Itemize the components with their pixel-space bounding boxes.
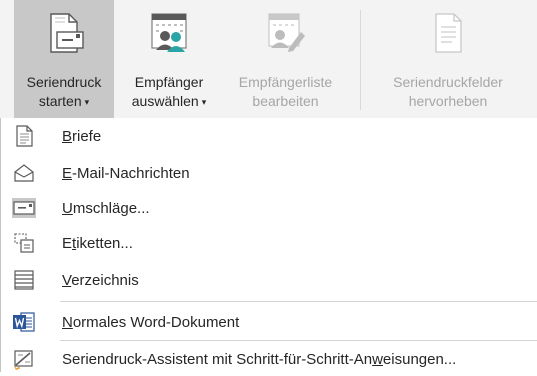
ribbon-group-separator xyxy=(360,10,361,110)
accel-key: B xyxy=(62,128,73,145)
menu-item-directory[interactable]: Verzeichnis xyxy=(0,264,537,297)
accel-key: w xyxy=(372,351,383,368)
menu-item-label: -Mail-Nachrichten xyxy=(72,165,190,182)
highlight-merge-fields-label-1: Seriendruckfelder xyxy=(393,74,503,90)
menu-item-email-messages[interactable]: E-Mail-Nachrichten xyxy=(0,157,537,190)
highlight-merge-fields-icon xyxy=(427,10,469,61)
letters-icon xyxy=(12,124,36,148)
menu-separator xyxy=(60,301,537,302)
edit-recipient-list-label-2: bearbeiten xyxy=(252,93,319,109)
mail-merge-wizard-icon xyxy=(12,347,36,371)
select-recipients-icon xyxy=(148,10,190,61)
email-icon xyxy=(12,161,36,185)
start-mail-merge-button[interactable]: Seriendruck starten ▾ xyxy=(14,0,114,118)
labels-icon xyxy=(12,231,36,255)
envelopes-icon xyxy=(12,196,36,220)
select-recipients-label-2: auswählen xyxy=(131,93,199,109)
menu-item-labels[interactable]: Etiketten... xyxy=(0,227,537,260)
word-document-icon xyxy=(12,310,36,334)
menu-item-label-prefix: Seriendruck-Assistent mit Schritt-für-Sc… xyxy=(62,351,373,368)
menu-separator xyxy=(60,340,537,341)
menu-item-mail-merge-wizard[interactable]: Seriendruck-Assistent mit Schritt-für-Sc… xyxy=(0,343,537,376)
start-mail-merge-label-2: starten xyxy=(38,93,82,109)
select-recipients-label-1: Empfänger xyxy=(134,74,204,90)
accel-key: U xyxy=(62,200,73,217)
menu-item-label-prefix: E xyxy=(62,235,73,252)
start-mail-merge-label-1: Seriendruck xyxy=(26,74,102,90)
start-mail-merge-dropdown-menu: Briefe E-Mail-Nachrichten Umschläge... E… xyxy=(0,118,537,372)
dropdown-caret-icon: ▾ xyxy=(84,97,90,107)
menu-item-label: ormales Word-Dokument xyxy=(72,314,240,331)
accel-key: V xyxy=(62,272,72,289)
edit-recipient-list-icon xyxy=(265,10,307,61)
menu-item-label: eisungen... xyxy=(382,351,457,368)
menu-item-normal-word-document[interactable]: Normales Word-Dokument xyxy=(0,306,537,339)
dropdown-caret-icon: ▾ xyxy=(201,97,207,107)
highlight-merge-fields-button[interactable]: Seriendruckfelder hervorheben xyxy=(368,0,528,118)
menu-item-label: iketten... xyxy=(76,235,133,252)
directory-icon xyxy=(12,268,36,292)
menu-item-label: mschläge... xyxy=(72,200,150,217)
highlight-merge-fields-label-2: hervorheben xyxy=(408,93,488,109)
menu-item-letters[interactable]: Briefe xyxy=(0,120,537,153)
start-mail-merge-icon xyxy=(43,10,85,61)
select-recipients-button[interactable]: Empfänger auswählen ▾ xyxy=(117,0,221,118)
edit-recipient-list-label-1: Empfängerliste xyxy=(238,74,333,90)
accel-key: N xyxy=(62,314,73,331)
edit-recipient-list-button[interactable]: Empfängerliste bearbeiten xyxy=(224,0,347,118)
ribbon-mailings: Seriendruck starten ▾ Empfänger auswählen… xyxy=(0,0,537,118)
menu-item-label: riefe xyxy=(72,128,102,145)
accel-key: E xyxy=(62,165,73,182)
menu-item-envelopes[interactable]: Umschläge... xyxy=(0,192,537,225)
menu-item-label: erzeichnis xyxy=(71,272,139,289)
